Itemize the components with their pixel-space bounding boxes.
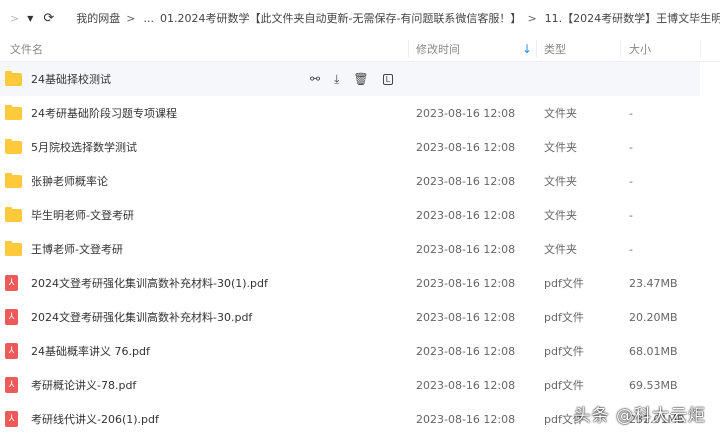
folder-icon (5, 70, 22, 86)
file-type: pdf文件 (544, 345, 584, 358)
breadcrumb-separator: > (527, 11, 537, 25)
folder-icon (5, 206, 22, 222)
breadcrumb-separator: > (126, 11, 136, 25)
file-type: pdf文件 (544, 277, 584, 290)
file-type: pdf文件 (544, 379, 584, 392)
file-row[interactable]: ⅄ 2024文登考研强化集训高数补充材料-30.pdf 2023-08-16 1… (0, 300, 720, 334)
watermark: 头条 @科大云炬 (573, 406, 706, 426)
file-type: 文件夹 (544, 209, 577, 222)
file-name[interactable]: 2024文登考研强化集训高数补充材料-30(1).pdf (31, 266, 268, 300)
pdf-icon: ⅄ (5, 411, 18, 427)
file-size: - (629, 208, 633, 222)
file-modified: 2023-08-16 12:08 (416, 344, 516, 358)
more-icon[interactable]: L (382, 73, 394, 85)
file-name[interactable]: 考研概论讲义-78.pdf (31, 368, 136, 402)
history-dropdown-icon[interactable]: ▼ (27, 14, 33, 23)
file-name[interactable]: 张翀老师概率论 (31, 164, 108, 198)
file-type: 文件夹 (544, 141, 577, 154)
file-name[interactable]: 24基础择校测试 (31, 62, 111, 96)
folder-icon (5, 138, 22, 154)
file-row[interactable]: 24基础择校测试 ⚯ ⤓ 🗑 L (0, 62, 700, 96)
folder-icon (5, 172, 22, 188)
file-modified: 2023-08-16 12:08 (416, 412, 516, 426)
file-name[interactable]: 5月院校选择数学测试 (31, 130, 137, 164)
file-row[interactable]: 王博老师-文登考研 2023-08-16 12:08 文件夹 - (0, 232, 720, 266)
row-actions: ⚯ ⤓ 🗑 L (310, 62, 394, 96)
column-name[interactable]: 文件名 (10, 36, 43, 62)
table-header: 文件名 修改时间 ↓ 类型 大小 (0, 36, 720, 62)
file-list: 24基础择校测试 ⚯ ⤓ 🗑 L 24考研基础阶段习题专项课程 2023-08-… (0, 62, 720, 436)
sort-down-icon[interactable]: ↓ (522, 36, 532, 62)
file-row[interactable]: ⅄ 考研概论讲义-78.pdf 2023-08-16 12:08 pdf文件 6… (0, 368, 720, 402)
delete-icon[interactable]: 🗑 (353, 72, 368, 86)
file-size: 68.01MB (629, 344, 678, 358)
file-name[interactable]: 考研线代讲义-206(1).pdf (31, 402, 159, 436)
folder-icon (5, 104, 22, 120)
file-modified: 2023-08-16 12:08 (416, 140, 516, 154)
file-row[interactable]: ⅄ 24基础概率讲义 76.pdf 2023-08-16 12:08 pdf文件… (0, 334, 720, 368)
toolbar: > ▼ ⟳ 我的网盘 > ... 01.2024考研数学【此文件夹自动更新-无需… (0, 0, 720, 36)
pdf-icon: ⅄ (5, 275, 18, 291)
file-size: - (629, 242, 633, 256)
file-modified: 2023-08-16 12:08 (416, 174, 516, 188)
file-size: 69.53MB (629, 378, 678, 392)
file-row[interactable]: 张翀老师概率论 2023-08-16 12:08 文件夹 - (0, 164, 720, 198)
file-name[interactable]: 王博老师-文登考研 (31, 232, 123, 266)
forward-icon[interactable]: > (10, 12, 19, 25)
pdf-icon: ⅄ (5, 343, 18, 359)
file-row[interactable]: 24考研基础阶段习题专项课程 2023-08-16 12:08 文件夹 - (0, 96, 720, 130)
refresh-icon[interactable]: ⟳ (43, 11, 54, 26)
breadcrumb-folder[interactable]: 01.2024考研数学【此文件夹自动更新-无需保存-有问题联系微信客服！】 (160, 10, 521, 26)
file-name[interactable]: 2024文登考研强化集训高数补充材料-30.pdf (31, 300, 252, 334)
file-modified: 2023-08-16 12:08 (416, 276, 516, 290)
file-name[interactable]: 毕生明老师-文登考研 (31, 198, 134, 232)
share-icon[interactable]: ⚯ (310, 72, 320, 86)
column-modified[interactable]: 修改时间 (416, 36, 460, 62)
file-name[interactable]: 24考研基础阶段习题专项课程 (31, 96, 177, 130)
file-modified: 2023-08-16 12:08 (416, 208, 516, 222)
file-size: 20.20MB (629, 310, 678, 324)
column-size[interactable]: 大小 (629, 36, 651, 62)
download-icon[interactable]: ⤓ (334, 72, 339, 87)
breadcrumb-current[interactable]: 11.【2024考研数学】王博文毕生明文登考研 (545, 10, 720, 26)
pdf-icon: ⅄ (5, 377, 18, 393)
file-modified: 2023-08-16 12:08 (416, 242, 516, 256)
file-row[interactable]: ⅄ 2024文登考研强化集训高数补充材料-30(1).pdf 2023-08-1… (0, 266, 720, 300)
column-type[interactable]: 类型 (544, 36, 566, 62)
breadcrumb-ellipsis[interactable]: ... (144, 12, 155, 25)
folder-icon (5, 240, 22, 256)
file-size: 23.47MB (629, 276, 678, 290)
file-size: - (629, 106, 633, 120)
breadcrumb-root[interactable]: 我的网盘 (76, 10, 120, 26)
file-type: 文件夹 (544, 107, 577, 120)
file-row[interactable]: 5月院校选择数学测试 2023-08-16 12:08 文件夹 - (0, 130, 720, 164)
file-modified: 2023-08-16 12:08 (416, 310, 516, 324)
file-size: - (629, 174, 633, 188)
file-type: pdf文件 (544, 311, 584, 324)
file-name[interactable]: 24基础概率讲义 76.pdf (31, 334, 150, 368)
file-size: - (629, 140, 633, 154)
file-modified: 2023-08-16 12:08 (416, 378, 516, 392)
file-modified: 2023-08-16 12:08 (416, 106, 516, 120)
file-type: 文件夹 (544, 243, 577, 256)
file-row[interactable]: 毕生明老师-文登考研 2023-08-16 12:08 文件夹 - (0, 198, 720, 232)
pdf-icon: ⅄ (5, 309, 18, 325)
file-type: 文件夹 (544, 175, 577, 188)
